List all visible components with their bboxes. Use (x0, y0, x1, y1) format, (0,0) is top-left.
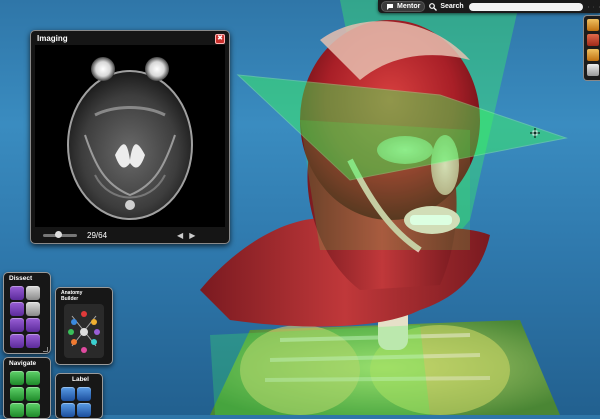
dissect-title: Dissect (9, 275, 32, 282)
dissect-tool-1[interactable] (10, 286, 24, 300)
navigate-reset-button[interactable] (26, 387, 40, 401)
slice-counter: 29/64 (87, 231, 107, 240)
search-icon (429, 3, 437, 11)
label-tool-2[interactable] (77, 387, 91, 401)
dissect-tool-5[interactable] (10, 318, 24, 332)
clear-icon[interactable] (588, 3, 589, 11)
prev-slice-button[interactable]: ◀ (177, 231, 183, 240)
navigate-pan-button[interactable] (26, 371, 40, 385)
anatomy-builder-title: Anatomy Builder (61, 290, 82, 302)
navigate-title: Navigate (9, 360, 36, 367)
dock-button-3[interactable] (587, 49, 599, 61)
dissect-panel: Dissect (3, 272, 51, 354)
dock-button-4[interactable] (587, 64, 599, 76)
mentor-label: Mentor (397, 3, 420, 10)
anatomy-builder-icon (64, 304, 104, 358)
slice-controls: 29/64 ◀ ▶ (35, 229, 225, 241)
dissect-tool-2[interactable] (26, 286, 40, 300)
slice-slider-knob[interactable] (55, 231, 62, 238)
settings-icon[interactable] (593, 3, 594, 11)
slice-slider[interactable] (43, 234, 77, 237)
mentor-button[interactable]: Mentor (381, 1, 425, 12)
anatomy-builder-panel[interactable]: Anatomy Builder (55, 287, 113, 365)
imaging-title: Imaging (37, 34, 68, 43)
dissect-tool-7[interactable] (10, 334, 24, 348)
label-tool-1[interactable] (61, 387, 75, 401)
search-area: Search (429, 3, 582, 11)
dissect-tool-4[interactable] (26, 302, 40, 316)
navigate-rotate-button[interactable] (10, 371, 24, 385)
dissect-tool-3[interactable] (10, 302, 24, 316)
resize-handle[interactable] (43, 347, 48, 352)
dissect-tool-6[interactable] (26, 318, 40, 332)
right-dock (583, 15, 600, 81)
search-input[interactable] (469, 3, 583, 11)
label-panel: Label (55, 373, 103, 419)
search-label: Search (440, 3, 463, 10)
dock-button-2[interactable] (587, 34, 599, 46)
top-toolbar: Mentor Search ? (378, 0, 600, 13)
navigate-panel: Navigate (3, 357, 51, 419)
close-icon[interactable]: ✖ (215, 34, 225, 44)
mri-slice-image (35, 45, 225, 227)
anatomy-builder-title-line2: Builder (61, 296, 82, 302)
imaging-panel: Imaging ✖ 29/64 ◀ ▶ (30, 30, 230, 244)
label-title: Label (72, 376, 89, 383)
mentor-icon (386, 3, 394, 10)
dock-button-1[interactable] (587, 19, 599, 31)
navigate-zoom-button[interactable] (10, 387, 24, 401)
next-slice-button[interactable]: ▶ (189, 231, 195, 240)
dissect-tool-8[interactable] (26, 334, 40, 348)
